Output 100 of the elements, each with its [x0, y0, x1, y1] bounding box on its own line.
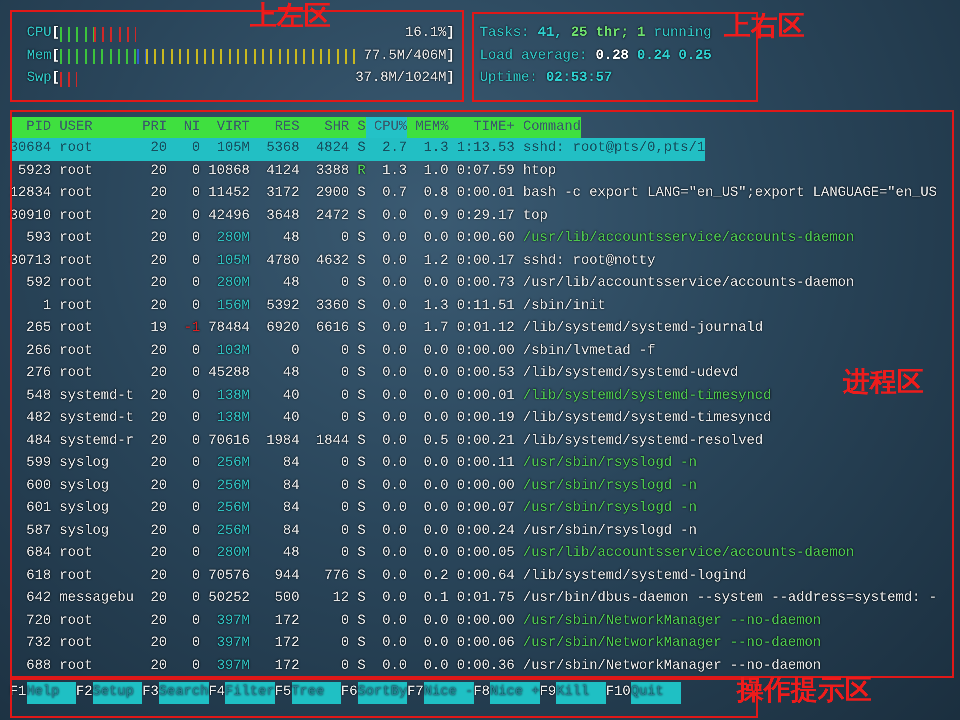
table-cell-text: 20 — [150, 568, 168, 586]
table-cell-text: /usr/sbin/NetworkManager --no-daemon — [522, 658, 822, 676]
table-cell-text: 0.0 — [422, 410, 449, 428]
table-cell-text: 0.0 — [382, 388, 408, 406]
column-header[interactable]: S — [349, 117, 366, 138]
table-cell-text: 500 — [274, 590, 300, 608]
table-cell-text: systemd-t — [58, 388, 134, 406]
column-header[interactable]: NI — [167, 117, 200, 138]
table-cell-text: 0 — [340, 388, 350, 406]
table-cell-text: 0:00.01 — [456, 185, 515, 203]
table-cell-text: /lib/systemd/systemd-resolved — [522, 432, 764, 450]
table-cell-text: 0.0 — [422, 478, 449, 496]
process-row[interactable]: 482 systemd-t 20 0 138M 40 0 S 0.0 0.0 0:00.19 /lib/systemd/systemd-timesyncd — [10, 408, 772, 430]
table-cell-text: 172 — [274, 612, 300, 630]
table-cell-text: 0 — [340, 455, 350, 473]
table-cell-text: 78484 — [208, 320, 250, 338]
process-row[interactable]: 720 root 20 0 397M 172 0 S 0.0 0.0 0:00.00 /usr/sbin/NetworkManager --no-daemon — [10, 610, 822, 633]
table-cell-text: /usr/lib/accountsservice/accounts-daemon — [522, 230, 854, 248]
process-row[interactable]: 599 syslog 20 0 256M 84 0 S 0.0 0.0 0:00.11 /usr/sbin/rsyslogd -n — [10, 453, 698, 476]
summary-line: Load average: 0.28 0.24 0.25 — [480, 48, 712, 66]
process-row[interactable]: 684 root 20 0 280M 48 0 S 0.0 0.0 0:00.05 /usr/lib/accountsservice/accounts-daemon — [10, 543, 854, 566]
table-cell-text: 0.0 — [382, 208, 408, 226]
table-cell-text: 0.0 — [382, 658, 408, 676]
process-row[interactable]: 265 root 19 -1 78484 6920 6616 S 0.0 1.7 0:01.12 /lib/systemd/systemd-journald — [10, 318, 764, 340]
table-cell-text: 482 — [26, 410, 52, 428]
table-cell-text: root — [58, 658, 94, 676]
table-cell-text: 0:11.51 — [456, 298, 515, 316]
table-cell-text: root — [58, 342, 94, 360]
process-row[interactable]: 5923 root 20 0 10868 4124 3388 R 1.3 1.0 0:07.59 htop — [10, 160, 556, 183]
table-cell-text: 0.0 — [382, 590, 408, 608]
process-row[interactable]: 30910 root 20 0 42496 3648 2472 S 0.0 0.9 0:29.17 top — [10, 206, 548, 228]
process-row[interactable]: 484 systemd-r 20 0 70616 1984 1844 S 0.0 0.5 0:00.21 /lib/systemd/systemd-resolved — [10, 430, 764, 453]
table-cell-text: 0 — [191, 298, 200, 316]
table-cell-text: 40 — [282, 388, 300, 406]
process-row[interactable]: 732 root 20 0 397M 172 0 S 0.0 0.0 0:00.06 /usr/sbin/NetworkManager --no-daemon — [10, 633, 822, 656]
table-cell-text: 0.0 — [422, 275, 449, 293]
table-cell-text: 1.0 — [422, 162, 449, 180]
table-cell-text: root — [58, 275, 94, 293]
column-header[interactable]: USER — [51, 117, 134, 138]
column-header[interactable]: VIRT — [200, 117, 250, 138]
column-header[interactable]: MEM% — [407, 117, 449, 138]
table-cell-text: 30684 — [10, 140, 52, 158]
table-cell-text: root — [58, 185, 94, 203]
table-cell-text: 0 — [191, 410, 200, 428]
process-row[interactable]: 276 root 20 0 45288 48 0 S 0.0 0.0 0:00.53 /lib/systemd/systemd-udevd — [10, 363, 739, 386]
table-cell-text: 20 — [150, 388, 168, 406]
process-row[interactable]: 266 root 20 0 103M 0 0 S 0.0 0.0 0:00.00 /sbin/lvmetad -f — [10, 340, 656, 363]
column-header[interactable]: SHR — [300, 117, 350, 138]
column-header[interactable]: TIME+ — [448, 117, 515, 138]
table-cell-text: 0:00.24 — [456, 522, 515, 540]
table-cell-text: 0.0 — [382, 432, 408, 450]
table-cell-text: systemd-t — [58, 410, 134, 428]
table-cell-text: /usr/sbin/NetworkManager --no-daemon — [522, 612, 822, 630]
process-row[interactable]: 30684 root 20 0 105M 5368 4824 S 2.7 1.3 1:13.53 sshd: root@pts/0,pts/1 — [10, 138, 706, 160]
table-cell-text: 138M — [216, 388, 250, 406]
table-cell-text: root — [58, 612, 94, 630]
table-cell-text: 20 — [150, 635, 168, 653]
table-cell-text: 0 — [340, 365, 350, 383]
column-header[interactable]: PID — [10, 117, 52, 138]
table-cell-text: root — [58, 140, 94, 158]
table-cell-text: 2472 — [315, 208, 350, 226]
process-row[interactable]: 601 syslog 20 0 256M 84 0 S 0.0 0.0 0:00.07 /usr/sbin/rsyslogd -n — [10, 498, 698, 520]
table-cell-text: S — [356, 365, 366, 383]
column-header[interactable]: PRI — [134, 117, 168, 138]
column-header[interactable]: RES — [250, 117, 300, 138]
process-row[interactable]: 642 messagebu 20 0 50252 500 12 S 0.0 0.1 0:01.75 /usr/bin/dbus-daemon --system --address=systemd: - — [10, 588, 938, 610]
table-cell-text: root — [58, 298, 94, 316]
process-row[interactable]: 592 root 20 0 280M 48 0 S 0.0 0.0 0:00.73 /usr/lib/accountsservice/accounts-daemon — [10, 273, 854, 296]
table-cell-text: 20 — [150, 365, 168, 383]
table-cell-text: S — [356, 320, 366, 338]
table-cell-text: 20 — [150, 455, 168, 473]
process-row[interactable]: 1 root 20 0 156M 5392 3360 S 0.0 1.3 0:11.51 /sbin/init — [10, 296, 606, 318]
table-cell-text: S — [356, 635, 366, 653]
process-row[interactable]: 587 syslog 20 0 256M 84 0 S 0.0 0.0 0:00.24 /usr/sbin/rsyslogd -n — [10, 520, 698, 543]
table-cell-text: 0 — [340, 545, 350, 563]
table-cell-text: 0 — [340, 230, 350, 248]
table-cell-text: /lib/systemd/systemd-timesyncd — [522, 388, 772, 406]
table-cell-text: 0 — [340, 522, 350, 540]
table-cell-text: 3172 — [266, 185, 300, 203]
table-cell-text: 0.0 — [382, 410, 408, 428]
process-row[interactable]: 593 root 20 0 280M 48 0 S 0.0 0.0 0:00.60 /usr/lib/accountsservice/accounts-daemon — [10, 228, 854, 250]
summary-line: Uptime: 02:53:57 — [480, 70, 614, 88]
process-row[interactable]: 30713 root 20 0 105M 4780 4632 S 0.0 1.2 0:00.17 sshd: root@notty — [10, 250, 656, 273]
table-cell-text: 732 — [26, 635, 52, 653]
column-header[interactable]: Command — [514, 117, 582, 138]
table-cell-text: 0.0 — [382, 252, 408, 270]
table-cell-text: 0 — [340, 612, 350, 630]
process-row[interactable]: 548 systemd-t 20 0 138M 40 0 S 0.0 0.0 0:00.01 /lib/systemd/systemd-timesyncd — [10, 386, 772, 408]
process-row[interactable]: 688 root 20 0 397M 172 0 S 0.0 0.0 0:00.36 /usr/sbin/NetworkManager --no-daemon — [10, 656, 822, 678]
table-cell-text: 3648 — [266, 208, 300, 226]
table-cell-text: S — [356, 522, 366, 540]
meter-bracket: ] — [446, 70, 455, 88]
table-cell-text: root — [58, 252, 94, 270]
process-row[interactable]: 600 syslog 20 0 256M 84 0 S 0.0 0.0 0:00.00 /usr/sbin/rsyslogd -n — [10, 476, 698, 498]
table-cell-text: /lib/systemd/systemd-logind — [522, 568, 747, 586]
process-row[interactable]: 618 root 20 0 70576 944 776 S 0.0 0.2 0:00.64 /lib/systemd/systemd-logind — [10, 566, 747, 588]
process-row[interactable]: 12834 root 20 0 11452 3172 2900 S 0.7 0.8 0:00.01 bash -c export LANG="en_US";export LANGUAGE="en_US — [10, 183, 938, 206]
table-cell-text: 5368 — [266, 140, 300, 158]
table-cell-text: S — [356, 275, 366, 293]
table-cell-text: 0.0 — [422, 230, 449, 248]
